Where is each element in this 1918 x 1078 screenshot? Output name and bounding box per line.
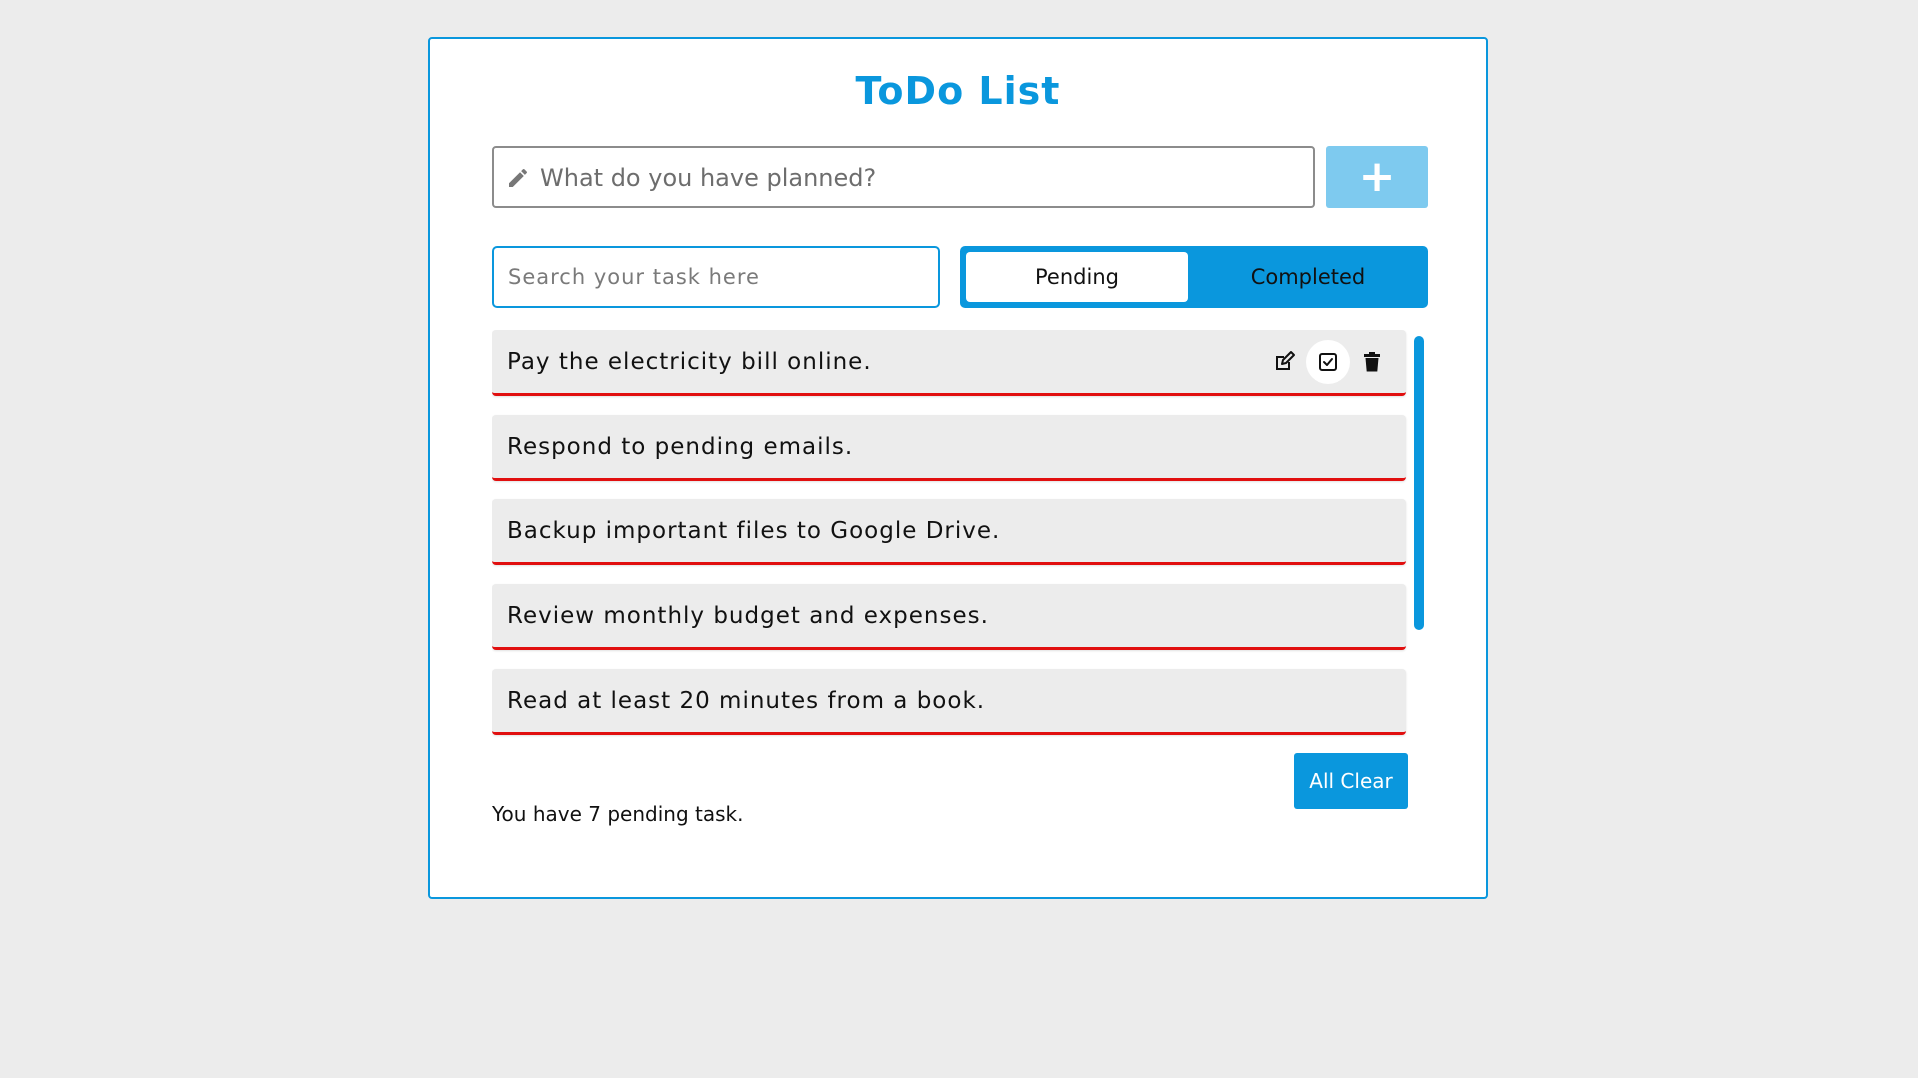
todo-card: ToDo List + Pending Completed Pay the el… xyxy=(428,37,1488,899)
task-list-scrollbar[interactable] xyxy=(1414,336,1424,630)
checkbox-icon[interactable] xyxy=(1306,340,1350,384)
pending-count-text: You have 7 pending task. xyxy=(492,802,744,826)
task-item[interactable]: Review monthly budget and expenses. xyxy=(492,584,1406,650)
search-input[interactable] xyxy=(492,246,940,308)
filter-toggle: Pending Completed xyxy=(960,246,1428,308)
new-task-input[interactable] xyxy=(538,148,1302,208)
app-title: ToDo List xyxy=(855,69,1061,113)
task-item[interactable]: Respond to pending emails. xyxy=(492,415,1406,481)
task-list[interactable]: Pay the electricity bill online. Respond… xyxy=(492,330,1410,768)
pencil-icon xyxy=(506,166,530,190)
task-text: Read at least 20 minutes from a book. xyxy=(507,688,986,714)
new-task-field[interactable] xyxy=(492,146,1315,208)
task-item[interactable]: Read at least 20 minutes from a book. xyxy=(492,669,1406,735)
task-text: Review monthly budget and expenses. xyxy=(507,603,989,629)
trash-icon[interactable] xyxy=(1350,340,1394,384)
add-task-button[interactable]: + xyxy=(1326,146,1428,208)
filter-completed-button[interactable]: Completed xyxy=(1194,252,1422,302)
task-item[interactable]: Pay the electricity bill online. xyxy=(492,330,1406,396)
edit-icon[interactable] xyxy=(1262,340,1306,384)
task-item[interactable]: Backup important files to Google Drive. xyxy=(492,499,1406,565)
add-task-row: + xyxy=(492,146,1428,208)
task-text: Respond to pending emails. xyxy=(507,434,854,460)
filter-pending-button[interactable]: Pending xyxy=(966,252,1188,302)
task-text: Pay the electricity bill online. xyxy=(507,349,872,375)
all-clear-button[interactable]: All Clear xyxy=(1294,753,1408,809)
task-text: Backup important files to Google Drive. xyxy=(507,518,1001,544)
